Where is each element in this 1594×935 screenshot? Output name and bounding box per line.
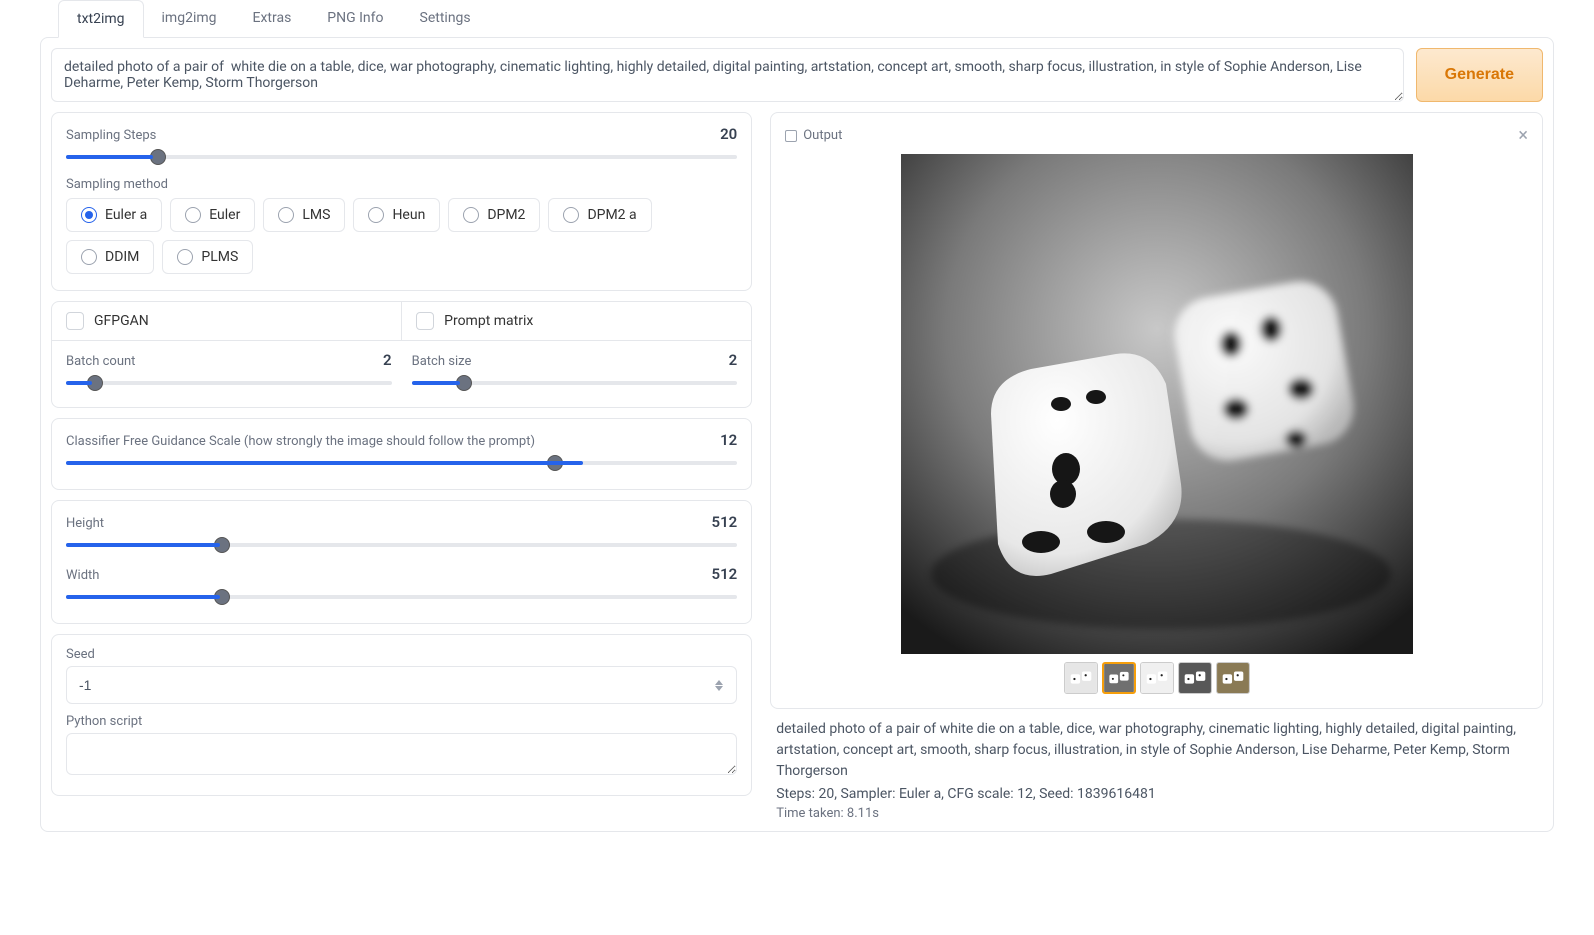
radio-icon: [81, 249, 97, 265]
width-label: Width: [66, 568, 99, 583]
batch-group: GFPGAN Prompt matrix Batch count 2: [51, 301, 752, 408]
output-panel: Output ×: [770, 112, 1543, 709]
generate-button[interactable]: Generate: [1416, 48, 1543, 102]
sampler-dpm2-a[interactable]: DPM2 a: [548, 198, 651, 232]
tab-txt2img[interactable]: txt2img: [58, 0, 144, 38]
gfpgan-label: GFPGAN: [94, 313, 149, 329]
thumbnail-1[interactable]: [1102, 662, 1136, 694]
close-icon[interactable]: ×: [1518, 125, 1528, 146]
sampling-steps-value: 20: [720, 125, 737, 143]
batch-size-value: 2: [729, 351, 738, 369]
cfg-label: Classifier Free Guidance Scale (how stro…: [66, 434, 535, 449]
tab-png-info[interactable]: PNG Info: [309, 0, 401, 38]
sampler-heun[interactable]: Heun: [353, 198, 440, 232]
thumbnail-3[interactable]: [1178, 662, 1212, 694]
main-container: Generate Sampling Steps 20 Sampling meth…: [40, 37, 1554, 832]
radio-icon: [368, 207, 384, 223]
prompt-input[interactable]: [51, 48, 1404, 102]
thumbnail-4[interactable]: [1216, 662, 1250, 694]
python-script-input[interactable]: [66, 733, 737, 775]
prompt-matrix-label: Prompt matrix: [444, 313, 533, 329]
output-time: Time taken: 8.11s: [770, 806, 1543, 821]
sampling-group: Sampling Steps 20 Sampling method Euler …: [51, 112, 752, 291]
sampling-method-radios: Euler aEulerLMSHeunDPM2DPM2 a DDIMPLMS: [66, 198, 737, 274]
thumbnail-2[interactable]: [1140, 662, 1174, 694]
batch-count-label: Batch count: [66, 354, 135, 369]
batch-size-label: Batch size: [412, 354, 472, 369]
sampling-steps-slider[interactable]: [66, 147, 737, 167]
seed-input[interactable]: [66, 666, 737, 704]
sampling-steps-label: Sampling Steps: [66, 128, 156, 143]
height-value: 512: [712, 513, 738, 531]
sampler-dpm2[interactable]: DPM2: [448, 198, 540, 232]
radio-icon: [185, 207, 201, 223]
gfpgan-checkbox[interactable]: [66, 312, 84, 330]
output-caption: detailed photo of a pair of white die on…: [770, 719, 1543, 782]
cfg-slider[interactable]: [66, 453, 737, 473]
seed-label: Seed: [66, 647, 737, 662]
expand-icon[interactable]: [785, 130, 797, 142]
height-slider[interactable]: [66, 535, 737, 555]
batch-count-value: 2: [383, 351, 392, 369]
sampler-lms[interactable]: LMS: [263, 198, 345, 232]
output-label: Output: [803, 128, 842, 143]
tab-extras[interactable]: Extras: [235, 0, 310, 38]
sampler-euler-a[interactable]: Euler a: [66, 198, 162, 232]
cfg-group: Classifier Free Guidance Scale (how stro…: [51, 418, 752, 490]
sampler-ddim[interactable]: DDIM: [66, 240, 154, 274]
batch-size-slider[interactable]: [412, 373, 738, 393]
output-meta: Steps: 20, Sampler: Euler a, CFG scale: …: [770, 786, 1543, 802]
tab-bar: txt2imgimg2imgExtrasPNG InfoSettings: [58, 0, 1554, 38]
dimensions-group: Height 512 Width 512: [51, 500, 752, 624]
prompt-matrix-checkbox[interactable]: [416, 312, 434, 330]
height-label: Height: [66, 516, 104, 531]
radio-icon: [81, 207, 97, 223]
radio-icon: [463, 207, 479, 223]
thumbnail-0[interactable]: [1064, 662, 1098, 694]
sampler-plms[interactable]: PLMS: [162, 240, 253, 274]
output-image[interactable]: [779, 154, 1534, 654]
batch-count-slider[interactable]: [66, 373, 392, 393]
cfg-value: 12: [720, 431, 737, 449]
seed-group: Seed Python script: [51, 634, 752, 796]
thumbnail-row: [779, 662, 1534, 694]
sampler-euler[interactable]: Euler: [170, 198, 255, 232]
radio-icon: [177, 249, 193, 265]
radio-icon: [278, 207, 294, 223]
width-value: 512: [712, 565, 738, 583]
radio-icon: [563, 207, 579, 223]
python-script-label: Python script: [66, 714, 737, 729]
tab-img2img[interactable]: img2img: [144, 0, 235, 38]
tab-settings[interactable]: Settings: [402, 0, 489, 38]
sampling-method-label: Sampling method: [66, 177, 737, 192]
width-slider[interactable]: [66, 587, 737, 607]
seed-stepper[interactable]: [715, 675, 729, 695]
